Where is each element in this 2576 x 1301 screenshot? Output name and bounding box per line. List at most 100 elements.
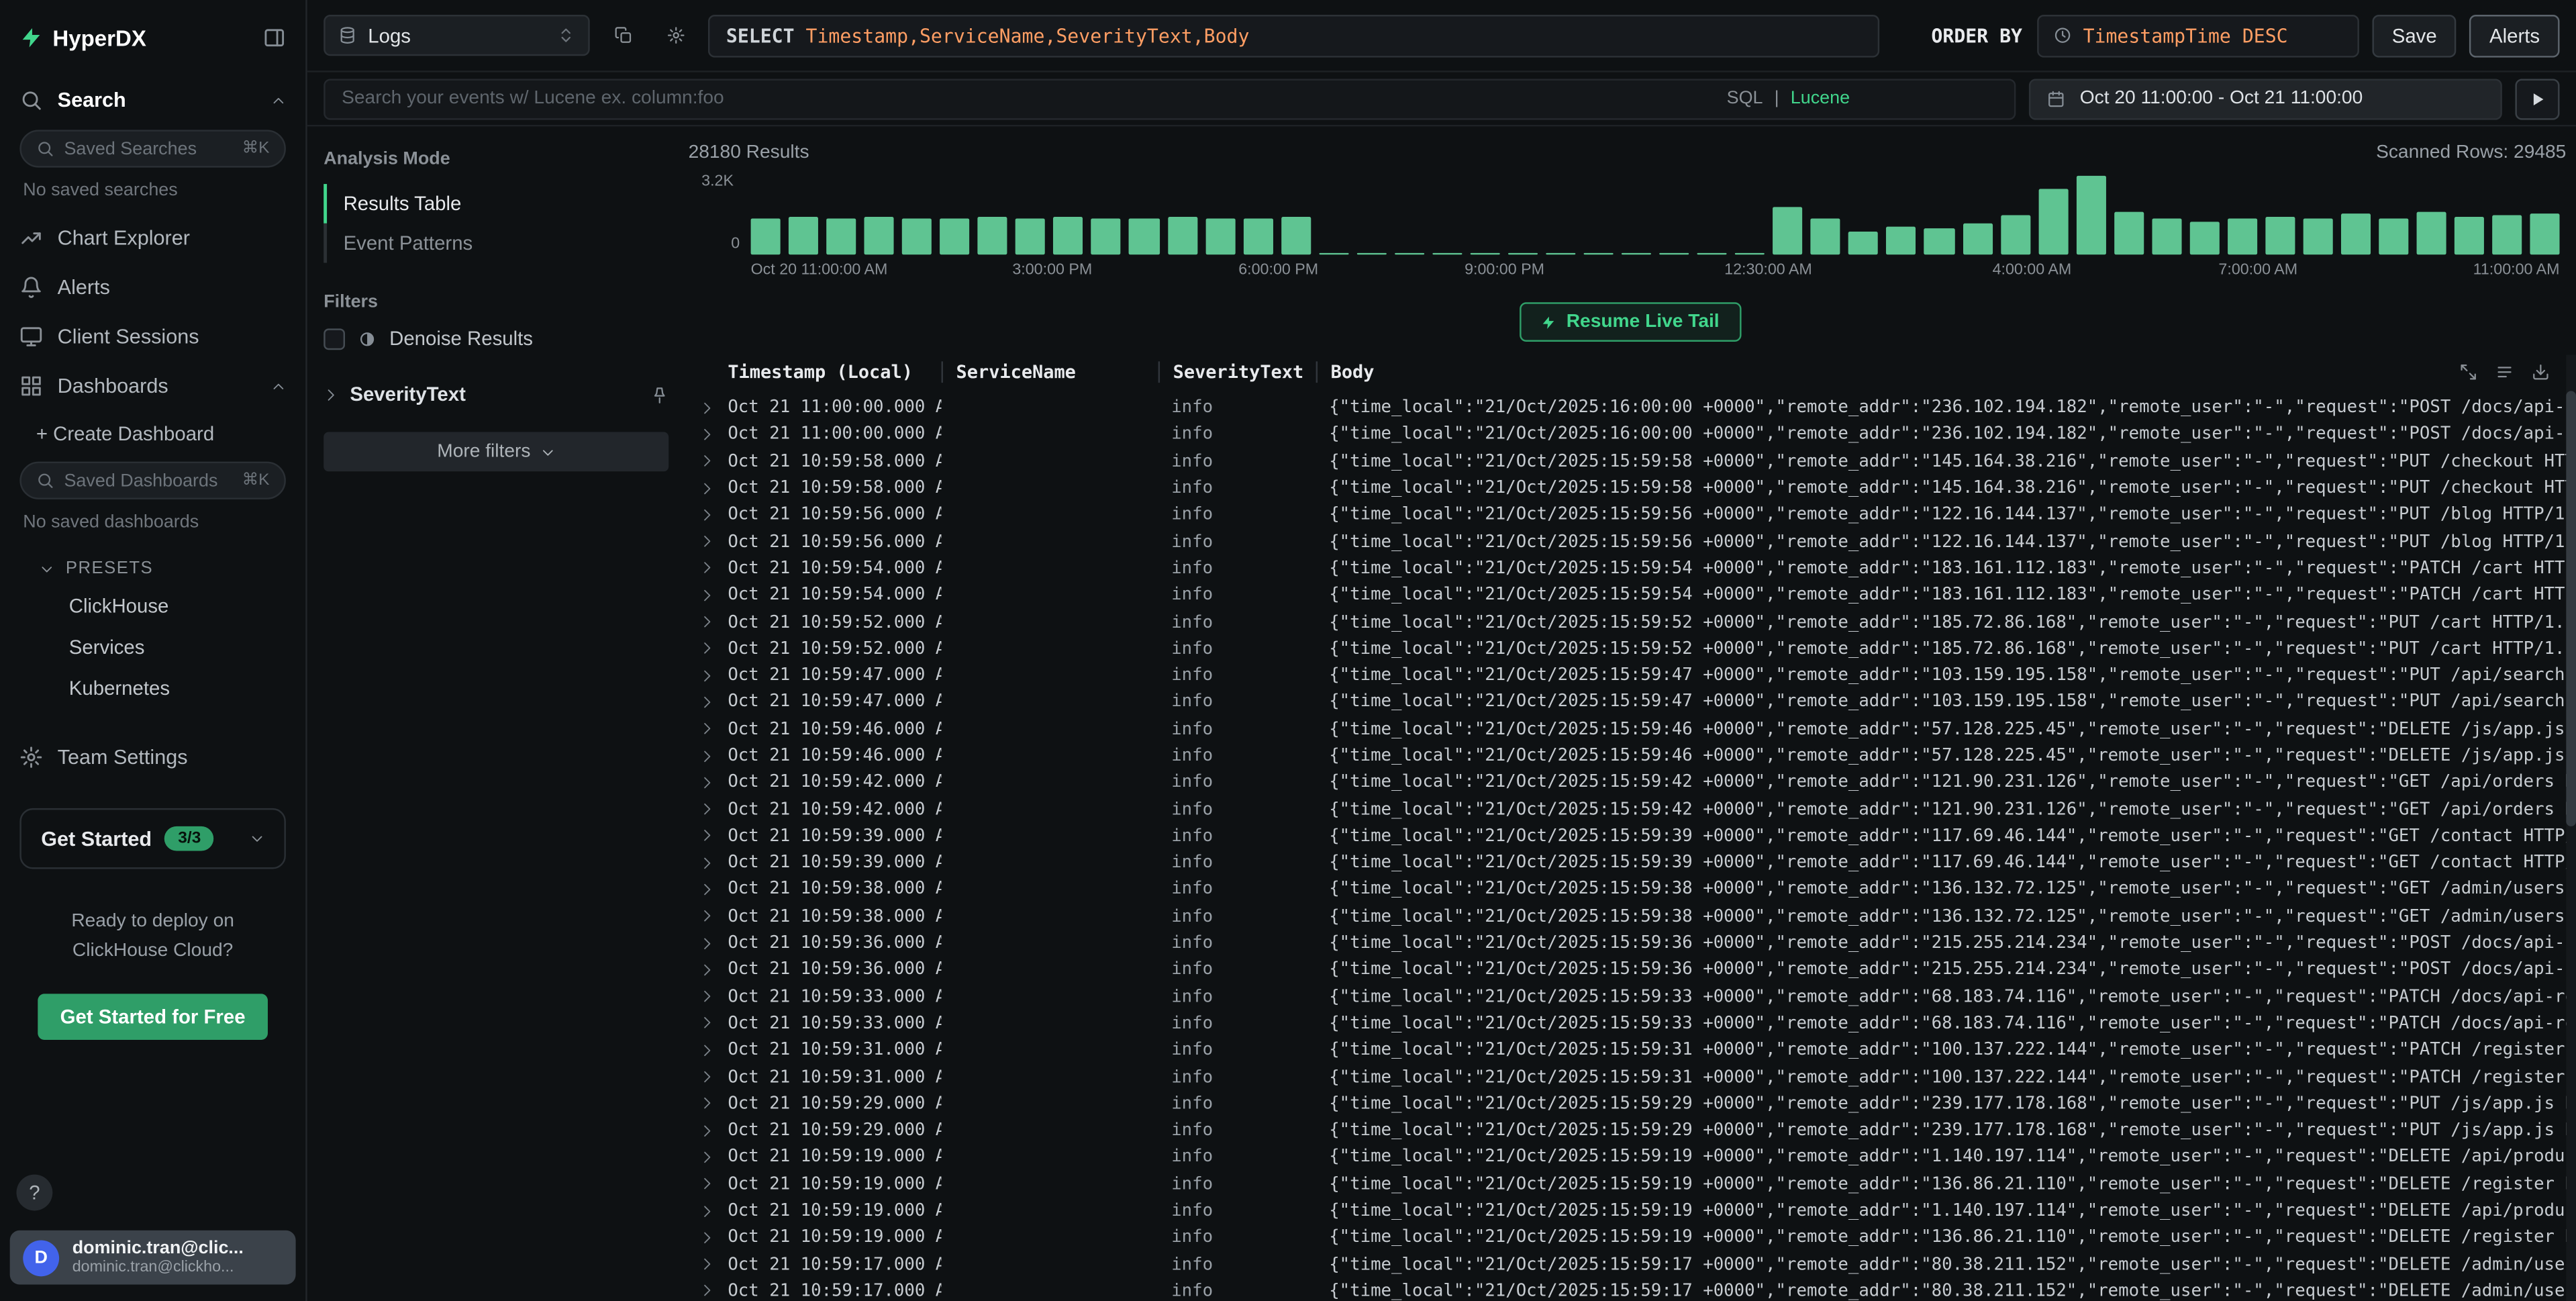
- row-expand-icon[interactable]: [685, 882, 728, 897]
- log-row[interactable]: Oct 21 10:59:38.000 AM info {"time_local…: [685, 903, 2576, 930]
- row-expand-icon[interactable]: [685, 1069, 728, 1084]
- download-icon[interactable]: [2532, 363, 2550, 381]
- row-expand-icon[interactable]: [685, 508, 728, 522]
- order-by-input[interactable]: TimestampTime DESC: [2037, 14, 2359, 57]
- histogram-bar[interactable]: [1659, 253, 1689, 254]
- row-expand-icon[interactable]: [685, 990, 728, 1004]
- log-row[interactable]: Oct 21 10:59:36.000 AM info {"time_local…: [685, 957, 2576, 983]
- log-row[interactable]: Oct 21 10:59:47.000 AM info {"time_local…: [685, 662, 2576, 689]
- column-header-severitytext[interactable]: SeverityText: [1158, 361, 1316, 383]
- histogram-bar[interactable]: [789, 216, 818, 254]
- log-row[interactable]: Oct 21 10:59:39.000 AM info {"time_local…: [685, 822, 2576, 849]
- run-query-button[interactable]: [2515, 78, 2559, 119]
- log-row[interactable]: Oct 21 10:59:54.000 AM info {"time_local…: [685, 555, 2576, 582]
- row-expand-icon[interactable]: [685, 561, 728, 575]
- log-row[interactable]: Oct 21 10:59:54.000 AM info {"time_local…: [685, 581, 2576, 608]
- row-expand-icon[interactable]: [685, 587, 728, 602]
- histogram-bar[interactable]: [1924, 229, 1954, 255]
- histogram-bar[interactable]: [2076, 176, 2106, 254]
- log-row[interactable]: Oct 21 10:59:31.000 AM info {"time_local…: [685, 1037, 2576, 1063]
- event-search-box[interactable]: SQL | Lucene: [324, 78, 2016, 119]
- chevron-up-icon[interactable]: [271, 379, 286, 393]
- row-expand-icon[interactable]: [685, 749, 728, 763]
- analysis-mode-option[interactable]: Results Table: [324, 184, 668, 224]
- histogram-bar[interactable]: [1054, 218, 1083, 254]
- histogram-bar[interactable]: [1508, 253, 1538, 254]
- histogram-bar[interactable]: [2455, 216, 2484, 254]
- histogram-bar[interactable]: [1773, 207, 1803, 255]
- denoise-results-option[interactable]: Denoise Results: [324, 327, 668, 350]
- log-row[interactable]: Oct 21 10:59:36.000 AM info {"time_local…: [685, 930, 2576, 957]
- row-expand-icon[interactable]: [685, 695, 728, 710]
- log-row[interactable]: Oct 21 10:59:58.000 AM info {"time_local…: [685, 475, 2576, 501]
- saved-searches-input[interactable]: Saved Searches ⌘K: [19, 130, 286, 167]
- histogram-bar[interactable]: [2189, 222, 2219, 255]
- scrollbar-thumb[interactable]: [2566, 391, 2576, 826]
- log-row[interactable]: Oct 21 10:59:17.000 AM info {"time_local…: [685, 1251, 2576, 1278]
- histogram-bar[interactable]: [1849, 231, 1879, 254]
- log-row[interactable]: Oct 21 10:59:58.000 AM info {"time_local…: [685, 448, 2576, 475]
- histogram-bar[interactable]: [2493, 215, 2522, 255]
- log-row[interactable]: Oct 21 10:59:52.000 AM info {"time_local…: [685, 635, 2576, 662]
- preset-dashboard-item[interactable]: Services: [0, 628, 305, 669]
- facet-severitytext[interactable]: SeverityText: [324, 376, 668, 412]
- save-button[interactable]: Save: [2372, 14, 2457, 57]
- row-expand-icon[interactable]: [685, 1257, 728, 1271]
- log-row[interactable]: Oct 21 10:59:29.000 AM info {"time_local…: [685, 1090, 2576, 1117]
- row-expand-icon[interactable]: [685, 802, 728, 816]
- histogram-bar[interactable]: [1205, 218, 1235, 254]
- table-scrollbar[interactable]: [2566, 355, 2576, 1301]
- sidebar-item-team-settings[interactable]: Team Settings: [0, 732, 305, 781]
- log-row[interactable]: Oct 21 10:59:46.000 AM info {"time_local…: [685, 742, 2576, 769]
- row-expand-icon[interactable]: [685, 909, 728, 924]
- log-row[interactable]: Oct 21 10:59:33.000 AM info {"time_local…: [685, 983, 2576, 1010]
- histogram-bar[interactable]: [2000, 215, 2030, 255]
- select-clause-input[interactable]: SELECT Timestamp,ServiceName,SeverityTex…: [708, 14, 1879, 57]
- row-expand-icon[interactable]: [685, 855, 728, 870]
- log-row[interactable]: Oct 21 10:59:19.000 AM info {"time_local…: [685, 1144, 2576, 1171]
- row-expand-icon[interactable]: [685, 963, 728, 977]
- sidebar-item-search[interactable]: Search: [0, 76, 305, 125]
- help-button[interactable]: ?: [16, 1175, 52, 1211]
- histogram-bar[interactable]: [1963, 224, 1992, 254]
- pin-icon[interactable]: [650, 385, 668, 403]
- histogram-bar[interactable]: [1887, 226, 1916, 254]
- histogram-bar[interactable]: [1622, 253, 1651, 254]
- histogram-bar[interactable]: [1470, 253, 1499, 254]
- log-row[interactable]: Oct 21 10:59:33.000 AM info {"time_local…: [685, 1010, 2576, 1037]
- analysis-mode-option[interactable]: Event Patterns: [324, 224, 668, 263]
- histogram-bar[interactable]: [2038, 189, 2068, 254]
- chevron-up-icon[interactable]: [271, 93, 286, 107]
- columns-settings-icon[interactable]: [2495, 363, 2514, 381]
- histogram-bar[interactable]: [2341, 214, 2371, 255]
- row-expand-icon[interactable]: [685, 1043, 728, 1057]
- alerts-button[interactable]: Alerts: [2470, 14, 2560, 57]
- events-histogram[interactable]: 3.2K 0: [685, 173, 2576, 254]
- row-expand-icon[interactable]: [685, 400, 728, 415]
- row-expand-icon[interactable]: [685, 454, 728, 469]
- histogram-bar[interactable]: [902, 218, 932, 254]
- histogram-bar[interactable]: [1281, 218, 1310, 254]
- sidebar-item-dashboards[interactable]: Dashboards: [0, 361, 305, 410]
- histogram-bar[interactable]: [1167, 218, 1197, 255]
- row-expand-icon[interactable]: [685, 1016, 728, 1030]
- histogram-bar[interactable]: [1319, 252, 1348, 254]
- log-row[interactable]: Oct 21 10:59:19.000 AM info {"time_local…: [685, 1198, 2576, 1224]
- row-expand-icon[interactable]: [685, 1284, 728, 1298]
- row-expand-icon[interactable]: [685, 481, 728, 495]
- log-row[interactable]: Oct 21 10:59:52.000 AM info {"time_local…: [685, 608, 2576, 635]
- sidebar-item-client-sessions[interactable]: Client Sessions: [0, 312, 305, 361]
- histogram-bar[interactable]: [2228, 219, 2257, 254]
- preset-dashboard-item[interactable]: ClickHouse: [0, 587, 305, 628]
- histogram-bar[interactable]: [1546, 253, 1575, 255]
- histogram-bar[interactable]: [1395, 253, 1424, 255]
- row-expand-icon[interactable]: [685, 427, 728, 442]
- histogram-bar[interactable]: [2530, 213, 2560, 254]
- histogram-bar[interactable]: [1015, 218, 1045, 255]
- create-dashboard-link[interactable]: + Create Dashboard: [0, 411, 305, 457]
- row-expand-icon[interactable]: [685, 936, 728, 951]
- histogram-bar[interactable]: [1697, 253, 1727, 255]
- histogram-bar[interactable]: [1584, 253, 1614, 254]
- sidebar-item-alerts[interactable]: Alerts: [0, 263, 305, 312]
- more-filters-button[interactable]: More filters: [324, 432, 668, 472]
